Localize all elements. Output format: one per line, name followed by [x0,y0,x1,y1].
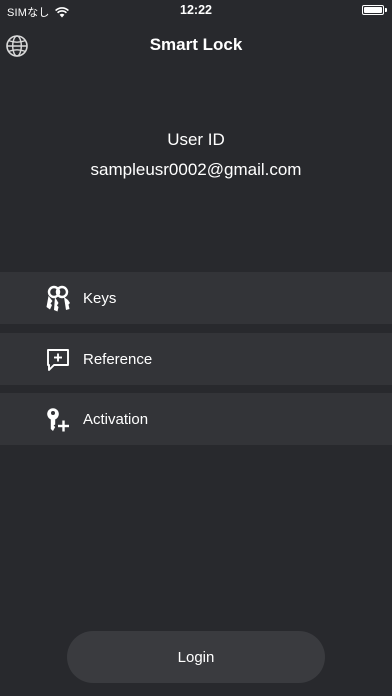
user-email: sampleusr0002@gmail.com [90,160,302,179]
message-plus-icon [47,349,69,371]
menu-item-label: Activation [83,410,149,428]
status-time: 12:22 [180,3,212,17]
menu-item-label: Reference [83,350,153,368]
key-plus-icon [47,408,69,432]
menu-item-activation[interactable]: Activation [0,393,392,445]
battery-cap [385,8,387,12]
menu-item-reference[interactable]: Reference [0,333,392,385]
user-id-label: User ID [167,130,225,149]
battery-fill [364,7,382,13]
keys-icon [46,285,70,312]
app-title: Smart Lock [149,35,243,54]
battery-icon [362,5,384,15]
menu-item-label: Keys [83,289,117,307]
login-button[interactable]: Login [67,631,325,683]
menu-item-keys[interactable]: Keys [0,272,392,324]
status-bar: SIMなし 12:22 [0,0,392,22]
